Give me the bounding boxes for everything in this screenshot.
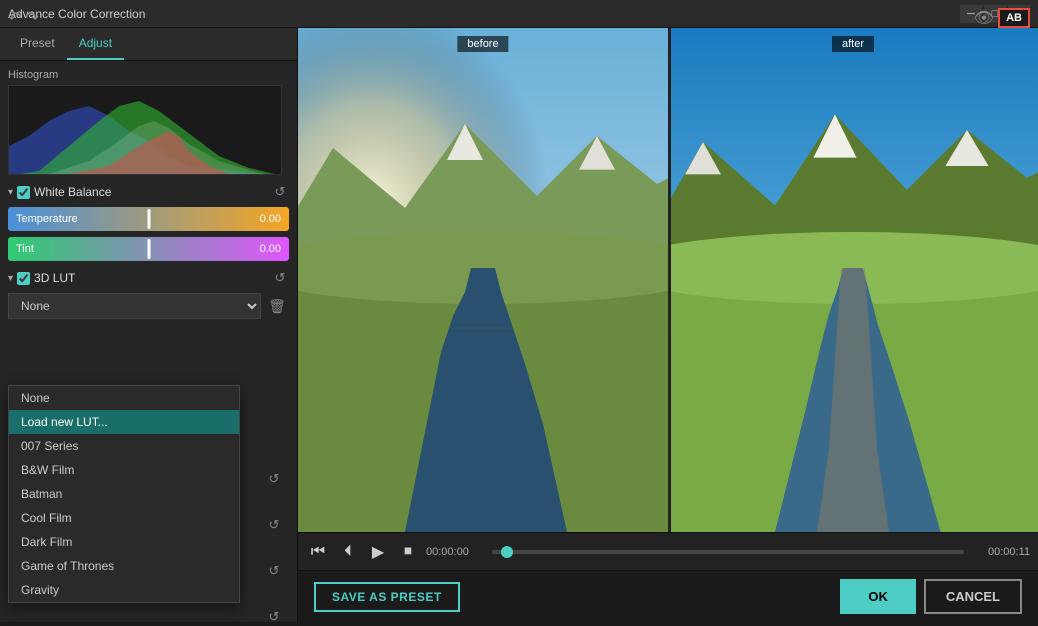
save-preset-button[interactable]: SAVE AS PRESET	[314, 582, 460, 612]
tint-slider-row: Tint 0.00	[8, 237, 289, 261]
progress-bar[interactable]	[492, 550, 964, 554]
stop-button[interactable]: ⏹	[396, 540, 420, 564]
scene-right-svg	[668, 28, 1038, 532]
left-panel: Preset Adjust Histogram	[0, 28, 298, 622]
tint-value: 0.00	[260, 243, 281, 255]
dropdown-item-batman[interactable]: Batman	[9, 482, 239, 506]
dropdown-item-none[interactable]: None	[9, 386, 239, 410]
split-line[interactable]	[668, 28, 671, 532]
progress-fill	[492, 550, 501, 554]
play-button[interactable]: ▶	[366, 540, 390, 564]
bottom-bar: SAVE AS PRESET OK CANCEL	[298, 570, 1038, 622]
before-label: before	[457, 36, 508, 52]
dropdown-item-load[interactable]: Load new LUT...	[9, 410, 239, 434]
dropdown-item-gravity[interactable]: Gravity	[9, 578, 239, 602]
extra-reset-btn-2[interactable]: ↺	[265, 516, 283, 534]
lut-dropdown-menu: None Load new LUT... 007 Series B&W Film…	[8, 385, 240, 603]
temperature-label: Temperature	[16, 213, 78, 225]
ab-compare-button[interactable]: AB	[998, 8, 1030, 28]
extra-reset-btn-3[interactable]: ↺	[265, 562, 283, 580]
progress-thumb[interactable]	[501, 546, 513, 558]
dropdown-item-007[interactable]: 007 Series	[9, 434, 239, 458]
lut-dropdown-row: None 🗑	[8, 293, 289, 319]
playback-bar: ⏮ ⏴ ▶ ⏹ 00:00:00 00:00:11	[298, 532, 1038, 570]
ok-button[interactable]: OK	[840, 579, 916, 614]
histogram-canvas	[8, 85, 282, 175]
white-balance-header: ▾ White Balance ↺	[8, 183, 289, 201]
cancel-button[interactable]: CANCEL	[924, 579, 1022, 614]
undo-button[interactable]: ↶	[8, 8, 21, 28]
current-time: 00:00:00	[426, 546, 486, 558]
eye-button[interactable]: 👁	[974, 8, 994, 28]
scene-left-svg	[298, 28, 668, 532]
video-toolbar-top: 👁 AB	[974, 8, 1030, 28]
main-container: Preset Adjust Histogram	[0, 28, 1038, 622]
step-back-button[interactable]: ⏴	[336, 540, 360, 564]
lut-select[interactable]: None	[8, 293, 261, 319]
dropdown-item-got[interactable]: Game of Thrones	[9, 554, 239, 578]
scene-left	[298, 28, 668, 532]
lut-checkbox[interactable]	[17, 272, 30, 285]
histogram-label: Histogram	[8, 69, 289, 81]
lut-chevron[interactable]: ▾	[8, 273, 13, 284]
extra-reset-btn-1[interactable]: ↺	[265, 470, 283, 488]
lut-reset-button[interactable]: ↺	[271, 269, 289, 287]
dropdown-item-coolfilm[interactable]: Cool Film	[9, 506, 239, 530]
temperature-value: 0.00	[260, 213, 281, 225]
duration-display: 00:00:11	[970, 546, 1030, 558]
wb-reset-button[interactable]: ↺	[271, 183, 289, 201]
tab-adjust[interactable]: Adjust	[67, 28, 124, 60]
histogram-svg	[9, 86, 282, 175]
bottom-right-buttons: OK CANCEL	[840, 579, 1022, 614]
extra-reset-btn-4[interactable]: ↺	[265, 608, 283, 622]
skip-back-button[interactable]: ⏮	[306, 540, 330, 564]
redo-button[interactable]: ↷	[25, 8, 38, 28]
temperature-slider-row: Temperature 0.00	[8, 207, 289, 231]
tint-track[interactable]: Tint 0.00	[8, 237, 289, 261]
video-area: before after	[298, 28, 1038, 532]
tab-preset[interactable]: Preset	[8, 28, 67, 60]
after-label: after	[832, 36, 874, 52]
lut-section-header: ▾ 3D LUT ↺	[8, 269, 289, 287]
tint-thumb[interactable]	[147, 239, 150, 259]
lut-title: 3D LUT	[34, 271, 267, 285]
lut-delete-button[interactable]: 🗑	[265, 294, 289, 318]
right-panel: ↶ ↷ 👁 AB before after	[298, 28, 1038, 622]
dropdown-item-bw[interactable]: B&W Film	[9, 458, 239, 482]
tab-bar: Preset Adjust	[0, 28, 297, 61]
histogram-section: Histogram	[8, 69, 289, 175]
temperature-track[interactable]: Temperature 0.00	[8, 207, 289, 231]
tint-label: Tint	[16, 243, 34, 255]
wb-checkbox[interactable]	[17, 186, 30, 199]
wb-title: White Balance	[34, 185, 267, 199]
temperature-thumb[interactable]	[147, 209, 150, 229]
window-title: Advance Color Correction	[8, 7, 960, 21]
title-bar: Advance Color Correction ─ □ ✕	[0, 0, 1038, 28]
undo-redo-bar: ↶ ↷	[8, 8, 39, 28]
scene-right	[668, 28, 1038, 532]
wb-chevron[interactable]: ▾	[8, 187, 13, 198]
dropdown-item-darkfilm[interactable]: Dark Film	[9, 530, 239, 554]
